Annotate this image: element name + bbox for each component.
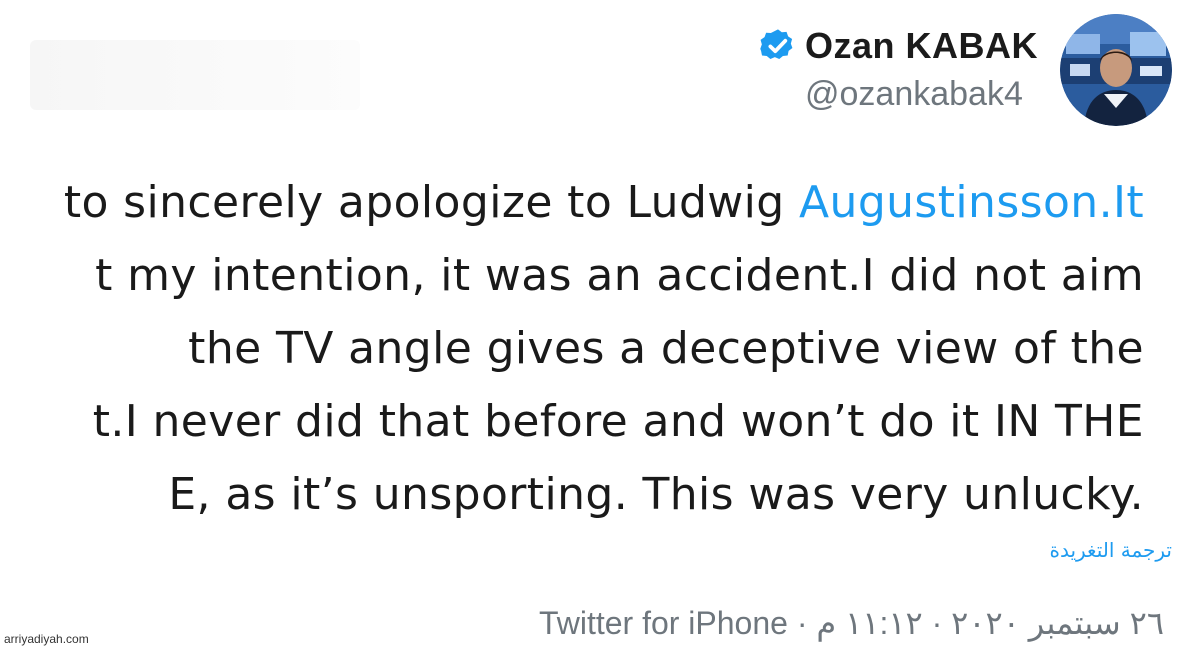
author-name-row[interactable]: Ozan KABAK <box>759 25 1038 67</box>
tweet-line: t.I never did that before and won’t do i… <box>0 387 1144 457</box>
tweet-text: to sincerely apologize to Ludwig Augusti… <box>0 168 1144 530</box>
author-display-name[interactable]: Ozan KABAK <box>805 25 1038 67</box>
tweet-metadata: Twitter for iPhone · ٢٦ سبتمبر ٢٠٢٠ · ١١… <box>539 604 1172 642</box>
tweet-line: the TV angle gives a deceptive view of t… <box>0 314 1144 384</box>
tweet-date[interactable]: ٢٦ سبتمبر ٢٠٢٠ <box>951 605 1164 641</box>
meta-separator: · <box>922 605 952 641</box>
avatar[interactable] <box>1060 13 1172 126</box>
tweet-card: Ozan KABAK @ozankabak4 to sincerely apol… <box>0 0 1200 649</box>
tweet-line-text: t my intention, it was an accident.I did… <box>95 250 1144 301</box>
tweet-line: to sincerely apologize to Ludwig Augusti… <box>0 168 1144 238</box>
verified-badge-icon <box>760 29 793 59</box>
blurred-background-area <box>30 40 360 110</box>
tweet-line: E, as it’s unsporting. This was very unl… <box>0 460 1144 530</box>
translate-tweet-link[interactable]: ترجمة التغريدة <box>1049 538 1172 562</box>
mention-link[interactable]: Augustinsson.It <box>799 177 1144 228</box>
tweet-line: t my intention, it was an accident.I did… <box>0 241 1144 311</box>
author-handle[interactable]: @ozankabak4 <box>805 75 1038 114</box>
tweet-line-text: t.I never did that before and won’t do i… <box>92 396 1144 447</box>
tweet-source-link[interactable]: Twitter for iPhone <box>539 605 788 641</box>
tweet-header: Ozan KABAK @ozankabak4 <box>759 12 1172 127</box>
tweet-line-text: the TV angle gives a deceptive view of t… <box>188 323 1144 374</box>
site-watermark: arriyadiyah.com <box>4 632 89 646</box>
meta-separator: · <box>787 605 817 641</box>
tweet-line-text: E, as it’s unsporting. This was very unl… <box>168 469 1144 520</box>
author-names: Ozan KABAK @ozankabak4 <box>759 25 1038 114</box>
tweet-time[interactable]: ١١:١٢ م <box>816 605 922 641</box>
tweet-line-text: to sincerely apologize to Ludwig <box>63 177 800 228</box>
